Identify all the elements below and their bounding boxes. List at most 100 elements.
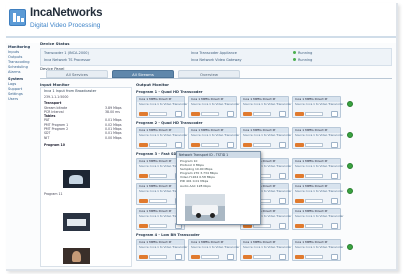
card-action-button[interactable] bbox=[227, 111, 234, 117]
status-chip bbox=[295, 143, 304, 147]
video-thumbnail[interactable] bbox=[63, 170, 90, 188]
select-box[interactable] bbox=[305, 199, 323, 203]
select-box[interactable] bbox=[305, 224, 323, 228]
card-controls bbox=[243, 112, 273, 116]
card-controls bbox=[295, 255, 325, 259]
select-box[interactable] bbox=[305, 174, 323, 178]
card-action-button[interactable] bbox=[331, 254, 338, 260]
select-box[interactable] bbox=[201, 255, 219, 259]
card-action-button[interactable] bbox=[227, 142, 234, 148]
select-box[interactable] bbox=[149, 143, 167, 147]
output-card[interactable]: Inca 1 MPEG Direct IPSource: Inca 1 to V… bbox=[240, 239, 292, 261]
card-action-button[interactable] bbox=[279, 173, 286, 179]
output-card[interactable]: Inca 1 MPEG Direct IPSource: Inca 1 to V… bbox=[292, 208, 344, 230]
output-card[interactable]: Inca 1 MPEG Direct IPSource: Inca 1 to V… bbox=[188, 239, 240, 261]
card-source: Source: Inca 1 to Video Transcoder bbox=[295, 245, 344, 249]
select-box[interactable] bbox=[305, 255, 323, 259]
select-box[interactable] bbox=[149, 255, 167, 259]
card-source: Source: Inca 1 to Video Transcoder bbox=[295, 102, 344, 106]
card-action-button[interactable] bbox=[331, 223, 338, 229]
tab-overview[interactable]: Overview bbox=[178, 70, 240, 78]
card-action-button[interactable] bbox=[279, 198, 286, 204]
status-chip bbox=[295, 174, 304, 178]
card-action-button[interactable] bbox=[227, 254, 234, 260]
status-chip bbox=[243, 143, 252, 147]
output-card[interactable]: Inca 1 MPEG Direct IPSource: Inca 1 to V… bbox=[188, 96, 240, 118]
status-chip bbox=[191, 112, 200, 116]
select-box[interactable] bbox=[305, 112, 323, 116]
output-card[interactable]: Inca 1 MPEG Direct IPSource: Inca 1 to V… bbox=[136, 239, 188, 261]
nav-item[interactable]: Alarms bbox=[8, 70, 38, 75]
program-group-label: Program 2 - Quad HD Transcoder bbox=[136, 121, 203, 125]
output-card[interactable]: Inca 1 MPEG Direct IPSource: Inca 1 to V… bbox=[292, 158, 344, 180]
card-controls bbox=[139, 255, 169, 259]
popup-video-thumbnail bbox=[185, 194, 225, 221]
status-chip bbox=[139, 224, 148, 228]
select-box[interactable] bbox=[149, 174, 167, 178]
input-source-title[interactable]: Inca 1 Input from Broadcaster bbox=[41, 88, 131, 95]
output-card[interactable]: Inca 1 MPEG Direct IPSource: Inca 1 to V… bbox=[136, 127, 188, 149]
status-chip bbox=[139, 143, 148, 147]
card-controls bbox=[139, 224, 169, 228]
card-action-button[interactable] bbox=[331, 198, 338, 204]
card-controls bbox=[295, 199, 325, 203]
select-box[interactable] bbox=[149, 224, 167, 228]
card-action-button[interactable] bbox=[175, 111, 182, 117]
popup-line: Audio AAC 128 Kbps bbox=[180, 183, 211, 188]
output-card[interactable]: Inca 1 MPEG Direct IPSource: Inca 1 to V… bbox=[136, 96, 188, 118]
status-row-left[interactable]: Transcoder 1 (INCA-2000) bbox=[44, 51, 89, 58]
card-action-button[interactable] bbox=[175, 142, 182, 148]
status-state-text: Running bbox=[298, 58, 313, 62]
stream-info-popup[interactable]: Network Transport ID - TSTID 1 Program 1… bbox=[176, 151, 261, 225]
card-source: Source: Inca 1 to Video Transcoder bbox=[295, 189, 344, 193]
card-controls bbox=[295, 224, 325, 228]
select-box[interactable] bbox=[253, 112, 271, 116]
output-card[interactable]: Inca 1 MPEG Direct IPSource: Inca 1 to V… bbox=[240, 127, 292, 149]
select-box[interactable] bbox=[149, 112, 167, 116]
ok-status-icon bbox=[347, 244, 353, 250]
card-action-button[interactable] bbox=[279, 254, 286, 260]
card-controls bbox=[243, 255, 273, 259]
output-card[interactable]: Inca 1 MPEG Direct IPSource: Inca 1 to V… bbox=[292, 127, 344, 149]
video-thumbnail[interactable] bbox=[63, 213, 90, 231]
select-box[interactable] bbox=[305, 143, 323, 147]
status-row-mid: Inca Transcoder Appliance bbox=[191, 51, 237, 55]
card-action-button[interactable] bbox=[331, 111, 338, 117]
output-card[interactable]: Inca 1 MPEG Direct IPSource: Inca 1 to V… bbox=[292, 239, 344, 261]
card-action-button[interactable] bbox=[331, 173, 338, 179]
status-state: Running bbox=[293, 58, 312, 65]
nav-item[interactable]: Users bbox=[8, 97, 38, 102]
card-controls bbox=[295, 174, 325, 178]
card-source: Source: Inca 1 to Video Transcoder bbox=[191, 133, 240, 137]
ok-status-icon bbox=[347, 132, 353, 138]
card-action-button[interactable] bbox=[279, 111, 286, 117]
output-card[interactable]: Inca 1 MPEG Direct IPSource: Inca 1 to V… bbox=[292, 183, 344, 205]
select-box[interactable] bbox=[253, 255, 271, 259]
output-card[interactable]: Inca 1 MPEG Direct IPSource: Inca 1 to V… bbox=[292, 96, 344, 118]
status-chip bbox=[191, 143, 200, 147]
card-controls bbox=[191, 255, 221, 259]
card-source: Source: Inca 1 to Video Transcoder bbox=[139, 133, 188, 137]
select-box[interactable] bbox=[201, 143, 219, 147]
ok-status-icon bbox=[347, 163, 353, 169]
card-action-button[interactable] bbox=[331, 142, 338, 148]
output-card[interactable]: Inca 1 MPEG Direct IPSource: Inca 1 to V… bbox=[188, 127, 240, 149]
card-action-button[interactable] bbox=[279, 142, 286, 148]
tab-all-streams[interactable]: All Streams bbox=[112, 70, 174, 78]
card-action-button[interactable] bbox=[175, 254, 182, 260]
popup-title: Network Transport ID - TSTID 1 bbox=[177, 152, 260, 158]
status-row-left[interactable]: Inca Network TS Processor bbox=[44, 58, 91, 65]
header: IncaNetworks Digital Video Processing bbox=[6, 3, 396, 43]
tab-all-services[interactable]: All Services bbox=[46, 70, 108, 78]
app-window: IncaNetworks Digital Video Processing Mo… bbox=[6, 3, 398, 271]
select-box[interactable] bbox=[149, 199, 167, 203]
output-card[interactable]: Inca 1 MPEG Direct IPSource: Inca 1 to V… bbox=[240, 96, 292, 118]
left-nav: Monitoring Inputs Outputs Transcoding Sc… bbox=[8, 42, 38, 102]
select-box[interactable] bbox=[253, 143, 271, 147]
select-box[interactable] bbox=[201, 112, 219, 116]
card-action-button[interactable] bbox=[279, 223, 286, 229]
status-row-mid: Inca Network Video Gateway bbox=[191, 58, 242, 62]
status-chip bbox=[191, 255, 200, 259]
ok-status-icon bbox=[347, 188, 353, 194]
video-thumbnail[interactable] bbox=[63, 248, 90, 264]
